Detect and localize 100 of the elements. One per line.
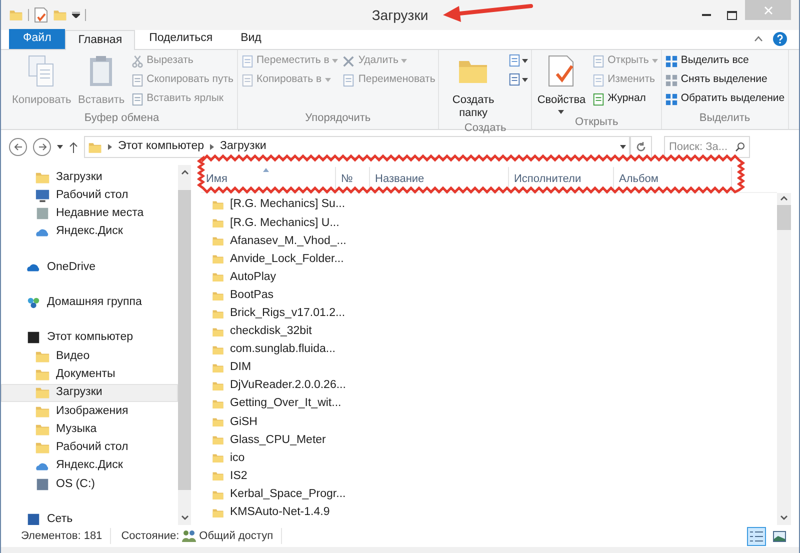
group-label: Упорядочить [304, 110, 372, 126]
group-label: Буфер обмена [83, 110, 160, 126]
sidebar-item[interactable]: Этот компьютер [1, 328, 178, 348]
caret-icon [57, 145, 63, 149]
ribbon-icon-button[interactable] [508, 73, 528, 86]
file-row[interactable]: DjVuReader.2.0.0.26... [201, 376, 777, 396]
sidebar-item[interactable]: Домашняя группа [1, 293, 178, 312]
chevron-icon [108, 144, 112, 150]
column-header[interactable]: Альбом [614, 167, 732, 192]
scroll-down-icon[interactable] [180, 515, 188, 521]
search-icon [735, 142, 745, 152]
ribbon-tab[interactable]: Вид [226, 29, 276, 49]
breadcrumb[interactable]: Загрузки [220, 138, 266, 156]
caret-icon [522, 78, 528, 82]
sidebar-item[interactable]: Яндекс.Диск [1, 222, 178, 242]
file-row[interactable]: Getting_Over_It_wit... [201, 395, 777, 414]
monitor-icon [35, 188, 50, 203]
forward-arrow-icon [38, 143, 46, 151]
ribbon-button[interactable]: Свойства [535, 50, 588, 114]
item-count: Элементов: 181 [21, 528, 112, 544]
column-header[interactable]: Имя [201, 167, 336, 192]
file-row[interactable]: Anvide_Lock_Folder... [201, 250, 777, 268]
file-row[interactable]: IS2 [201, 467, 777, 486]
back-arrow-icon [14, 143, 22, 151]
scrollbar[interactable] [777, 193, 791, 525]
file-row[interactable]: Glass_CPU_Meter [201, 431, 777, 450]
refresh-icon [636, 142, 646, 152]
users-icon [182, 530, 196, 542]
column-header[interactable]: Название [370, 167, 509, 192]
scroll-down-icon[interactable] [780, 515, 788, 521]
column-header[interactable]: № [336, 167, 370, 192]
grid-icon [664, 92, 678, 106]
status-label: Состояние: [120, 528, 180, 544]
ribbon-button[interactable]: Снять выделение [664, 72, 785, 88]
group-label: Выделить [698, 110, 752, 126]
sidebar-item[interactable]: OneDrive [1, 258, 178, 276]
file-row[interactable]: BootPas [201, 286, 777, 305]
folder-icon [35, 385, 50, 400]
sidebar-item[interactable]: Видео [1, 347, 178, 366]
sidebar-item[interactable]: Изображения [1, 402, 178, 420]
breadcrumb[interactable]: Этот компьютер [118, 138, 204, 156]
folder-icon [35, 440, 50, 456]
ribbon-button[interactable]: Журнал [592, 91, 658, 107]
details-view-icon [750, 530, 763, 542]
ribbon-tab[interactable]: Главная [65, 30, 136, 50]
scissors-icon [130, 54, 144, 68]
help-icon[interactable] [773, 32, 787, 46]
collapse-ribbon-icon[interactable] [754, 36, 763, 42]
up-arrow-icon[interactable] [69, 142, 78, 152]
sidebar-item[interactable]: Загрузки [1, 168, 178, 186]
caret-icon[interactable] [72, 12, 80, 18]
file-row[interactable]: Kerbal_Space_Progr... [201, 486, 777, 504]
file-row[interactable]: ico [201, 449, 777, 468]
scroll-up-icon[interactable] [780, 195, 788, 201]
image-view-icon [773, 530, 786, 542]
view-button[interactable] [747, 526, 766, 546]
file-row[interactable]: com.sunglab.fluida... [201, 340, 777, 359]
scroll-thumb[interactable] [777, 205, 791, 230]
address-field[interactable]: Этот компьютер Загрузки [84, 136, 630, 158]
file-row[interactable]: checkdisk_32bit [201, 322, 777, 341]
ribbon-button[interactable]: Создать папку [442, 50, 504, 120]
back-button[interactable] [9, 138, 27, 156]
sidebar-item[interactable]: Яндекс.Диск [1, 456, 178, 476]
window-title: Загрузки [372, 6, 428, 25]
file-row[interactable]: KMSAuto-Net-1.4.9 [201, 504, 777, 522]
ribbon-tab[interactable]: Файл [9, 29, 66, 49]
forward-button[interactable] [33, 138, 51, 156]
sidebar-item[interactable]: Рабочий стол [1, 438, 178, 457]
sidebar-item[interactable]: Загрузки [1, 384, 178, 402]
group-label: Открыть [574, 115, 620, 130]
ribbon-icon-button[interactable] [508, 54, 528, 67]
file-row[interactable]: DIM [201, 358, 777, 377]
file-row[interactable]: Afanasev_M._Vhod_... [201, 232, 777, 250]
sidebar-item[interactable]: OS (C:) [1, 475, 178, 494]
ribbon-tab[interactable]: Поделиться [135, 29, 227, 49]
ribbon-button[interactable]: Выделить все [664, 53, 785, 69]
file-row[interactable]: Brick_Rigs_v17.01.2... [201, 304, 777, 323]
sidebar-item[interactable]: Сеть [1, 510, 178, 525]
sidebar-item[interactable]: Документы [1, 365, 178, 384]
sidebar-item[interactable]: Рабочий стол [1, 186, 178, 205]
group-label: Создать [463, 121, 508, 136]
grid-icon [664, 54, 678, 68]
file-row[interactable]: [R.G. Mechanics] Su... [201, 196, 777, 214]
search-field[interactable]: Поиск: За... [664, 136, 750, 158]
grid-icon [664, 74, 678, 86]
sidebar-item[interactable]: Недавние места [1, 204, 178, 223]
scroll-up-icon[interactable] [180, 169, 188, 175]
column-header[interactable]: Исполнители [509, 167, 614, 192]
caret-icon [620, 145, 626, 149]
ribbon-button[interactable]: Обратить выделение [664, 91, 785, 107]
file-row[interactable]: GiSH [201, 413, 777, 432]
refresh-button[interactable] [630, 136, 652, 158]
properties-icon[interactable] [34, 7, 48, 23]
x-icon [342, 54, 356, 68]
scroll-thumb[interactable] [178, 190, 191, 490]
sidebar-item[interactable]: Музыка [1, 420, 178, 439]
file-row[interactable]: AutoPlay [201, 268, 777, 286]
folder-icon [35, 367, 50, 382]
scrollbar[interactable] [178, 165, 191, 525]
file-row[interactable]: [R.G. Mechanics] U... [201, 214, 777, 232]
